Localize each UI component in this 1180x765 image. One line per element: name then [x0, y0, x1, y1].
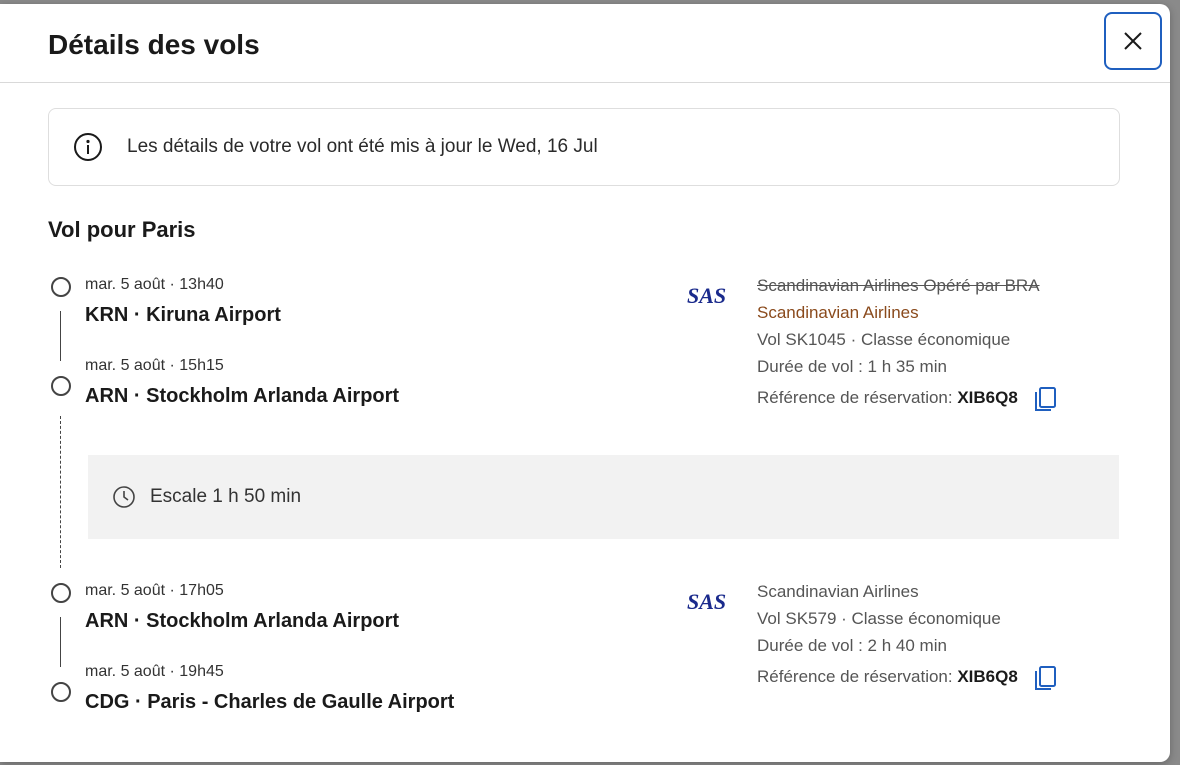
- arrival-airport: CDG · Paris - Charles de Gaulle Airport: [85, 691, 455, 713]
- booking-reference-label: Référence de réservation:: [757, 388, 953, 407]
- sas-logo-icon: SAS: [687, 591, 726, 613]
- flight-class: Vol SK579 · Classe économique: [757, 609, 1001, 628]
- layover-dashed-line: [60, 416, 61, 568]
- close-button[interactable]: [1104, 12, 1162, 70]
- modal-header: Détails des vols: [0, 4, 1170, 83]
- departure-marker: [51, 583, 71, 603]
- svg-text:SAS: SAS: [687, 285, 726, 307]
- close-icon: [1124, 32, 1142, 50]
- flight-details-modal: Détails des vols Les détails de votre vo…: [0, 4, 1170, 762]
- departure-airport: KRN · Kiruna Airport: [85, 304, 281, 326]
- flight-duration: Durée de vol : 2 h 40 min: [757, 636, 947, 655]
- segment-line: [60, 617, 61, 667]
- clock-icon: [113, 486, 135, 508]
- segment-1-airline-info: Scandinavian Airlines Opéré par BRA Scan…: [757, 272, 1057, 412]
- modal-title: Détails des vols: [48, 29, 260, 60]
- departure-time: mar. 5 août · 13h40: [85, 276, 224, 293]
- copy-icon[interactable]: [1033, 665, 1057, 691]
- flight-duration: Durée de vol : 1 h 35 min: [757, 357, 947, 376]
- departure-airport: ARN · Stockholm Arlanda Airport: [85, 610, 400, 632]
- notice-text: Les détails de votre vol ont été mis à j…: [127, 136, 598, 157]
- layover-banner: Escale 1 h 50 min: [88, 455, 1119, 539]
- flight-class: Vol SK1045 · Classe économique: [757, 330, 1011, 349]
- svg-text:SAS: SAS: [687, 591, 726, 613]
- sas-logo-icon: SAS: [687, 285, 726, 307]
- segment-line: [60, 311, 61, 361]
- segment-2-airline-info: Scandinavian Airlines Vol SK579 · Classe…: [757, 578, 1057, 691]
- airline-name: Scandinavian Airlines: [757, 582, 919, 601]
- booking-reference: Référence de réservation: XIB6Q8: [757, 384, 1057, 412]
- arrival-marker: [51, 376, 71, 396]
- departure-time: mar. 5 août · 17h05: [85, 582, 224, 599]
- layover-text: Escale 1 h 50 min: [150, 486, 302, 507]
- booking-reference: Référence de réservation: XIB6Q8: [757, 663, 1057, 691]
- original-airline: Scandinavian Airlines Opéré par BRA: [757, 276, 1040, 295]
- info-icon: [74, 133, 102, 161]
- section-title: Vol pour Paris: [48, 217, 196, 242]
- arrival-time: mar. 5 août · 15h15: [85, 357, 224, 374]
- booking-reference-value: XIB6Q8: [957, 388, 1018, 407]
- arrival-time: mar. 5 août · 19h45: [85, 663, 224, 680]
- copy-icon[interactable]: [1033, 386, 1057, 412]
- airline-name: Scandinavian Airlines: [757, 303, 919, 322]
- update-notice: Les détails de votre vol ont été mis à j…: [48, 108, 1120, 186]
- booking-reference-label: Référence de réservation:: [757, 667, 953, 686]
- arrival-marker: [51, 682, 71, 702]
- departure-marker: [51, 277, 71, 297]
- booking-reference-value: XIB6Q8: [957, 667, 1018, 686]
- arrival-airport: ARN · Stockholm Arlanda Airport: [85, 385, 400, 407]
